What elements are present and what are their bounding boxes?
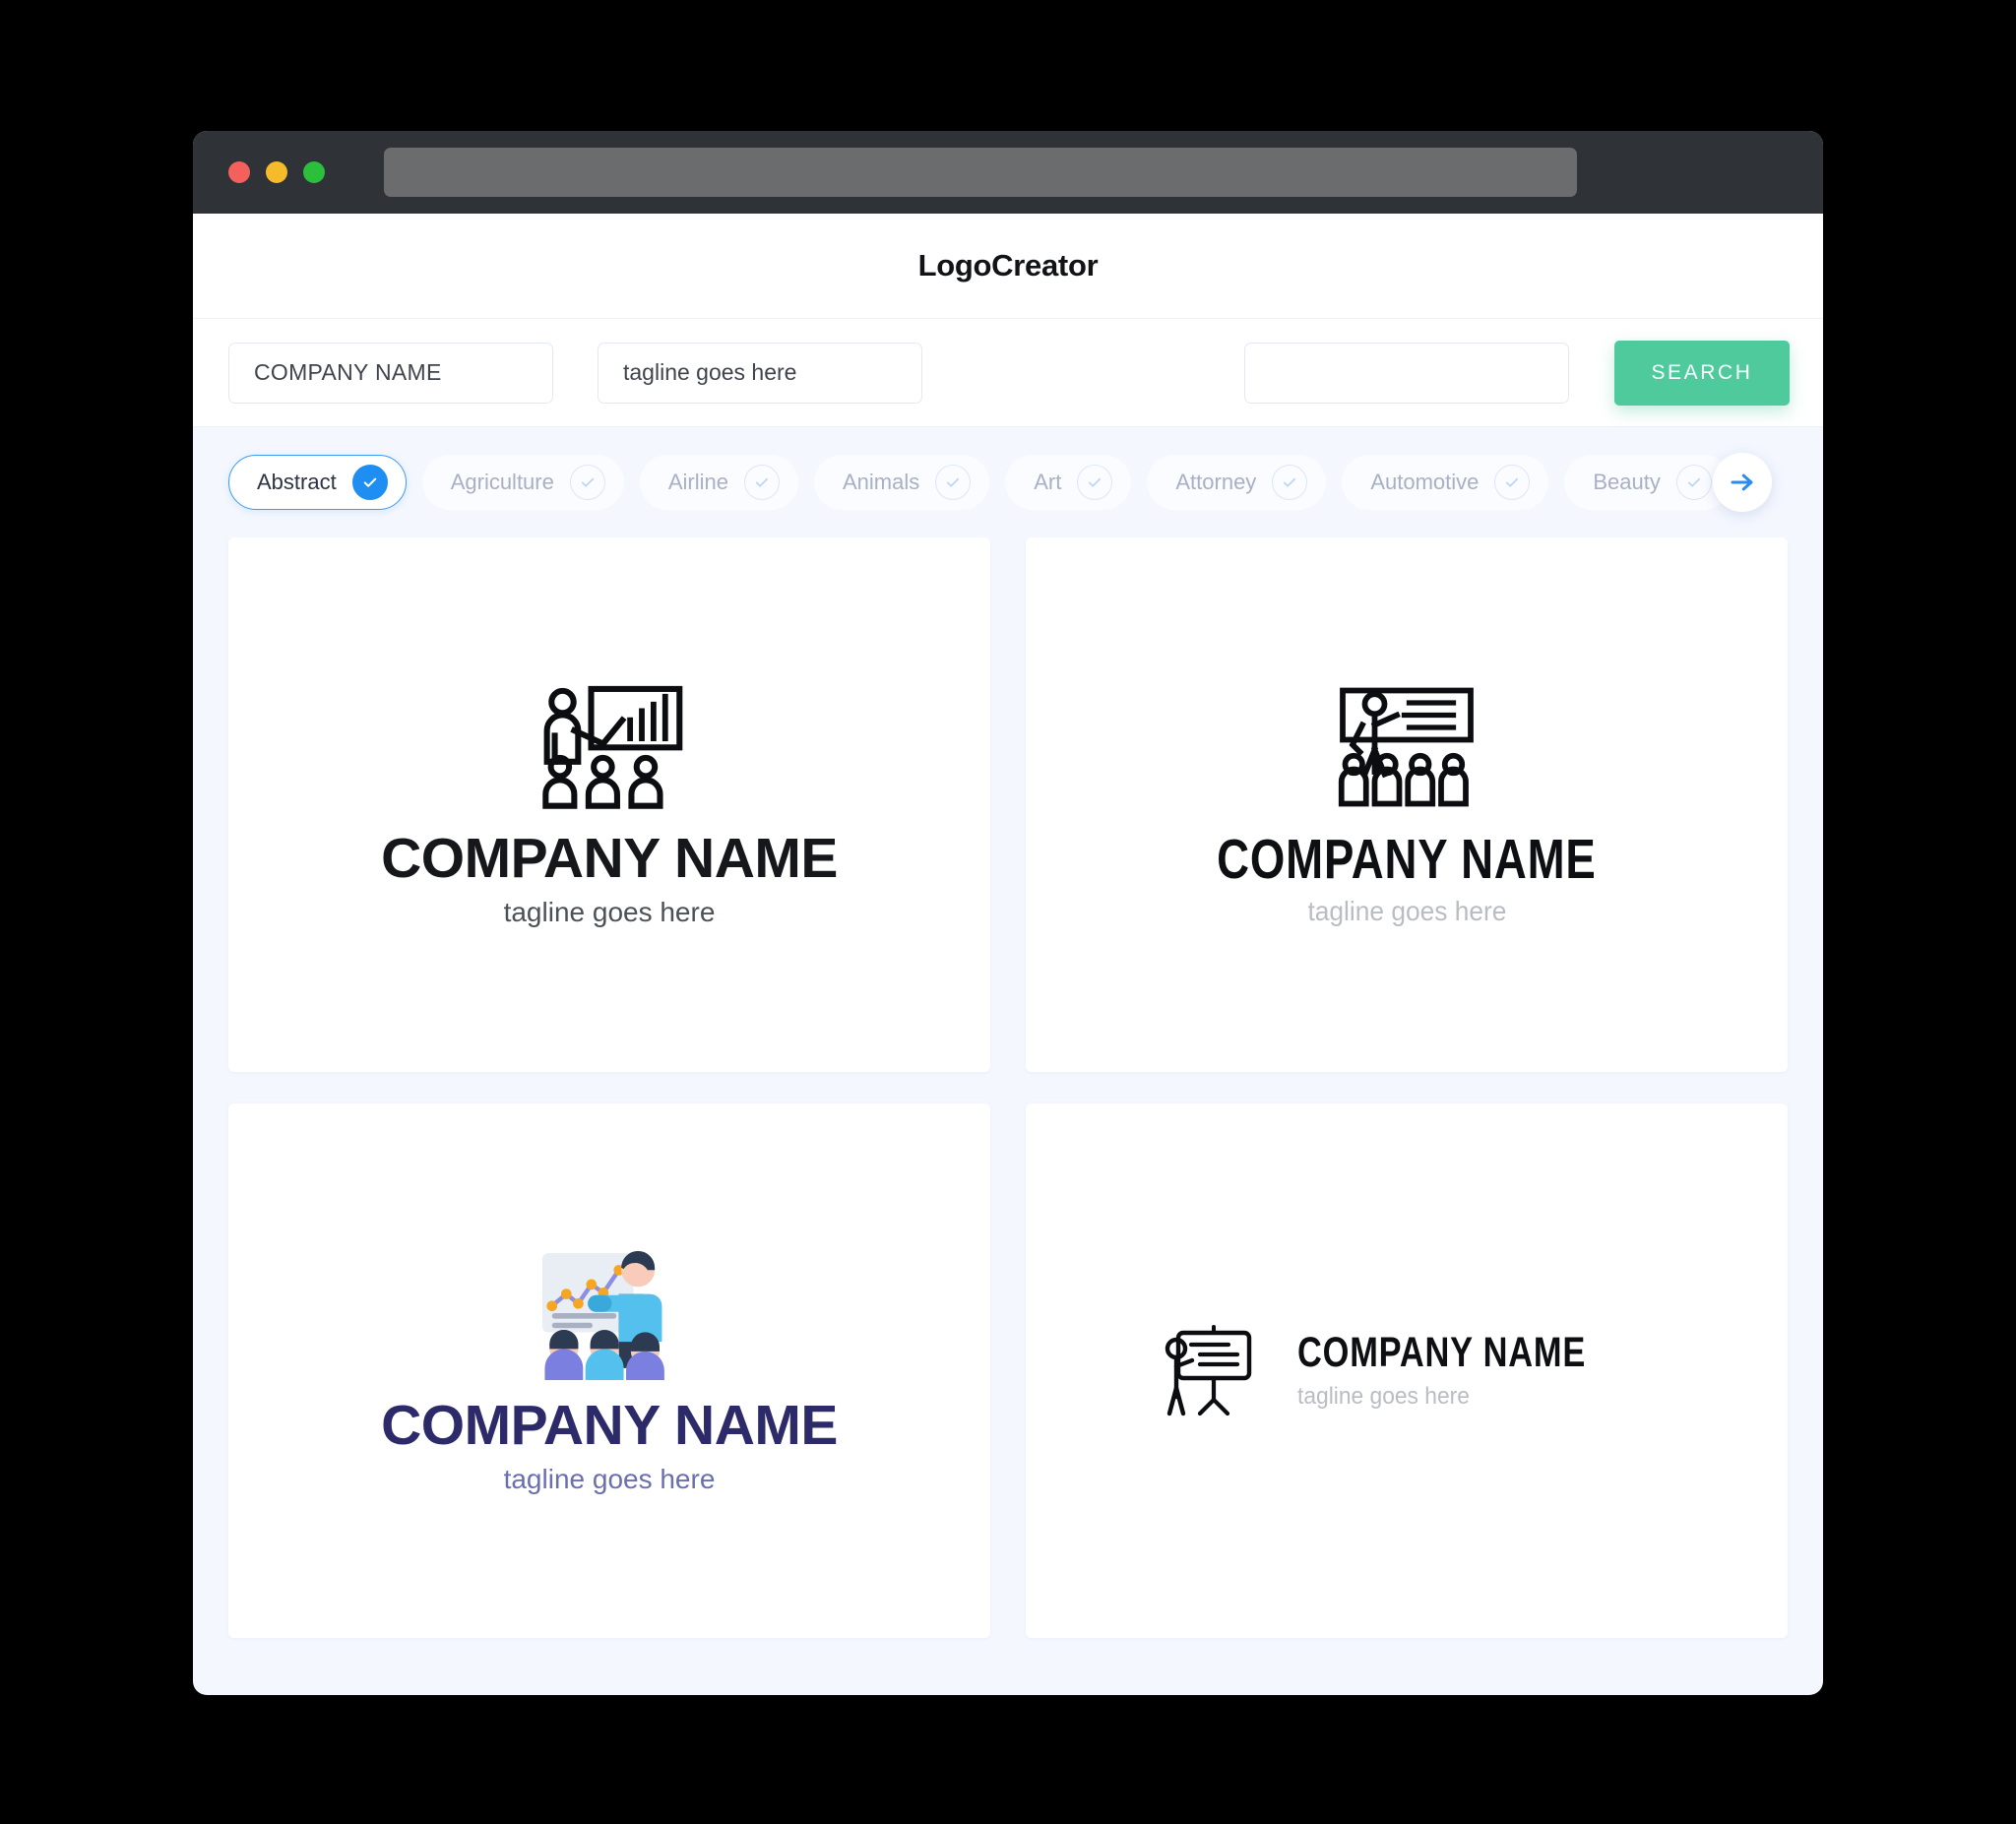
presenter-board-lines-audience-icon — [1333, 682, 1480, 817]
logo-company-name: COMPANY NAME — [1296, 1329, 1586, 1377]
check-circle-icon — [935, 465, 972, 500]
category-filter-bar: Abstract Agriculture Airline Animals Art… — [193, 427, 1823, 537]
logo-company-name: COMPANY NAME — [381, 1394, 838, 1458]
logo-card[interactable]: COMPANY NAME tagline goes here — [228, 537, 990, 1072]
category-chip-label: Automotive — [1370, 470, 1480, 494]
logo-text-block: COMPANY NAME tagline goes here — [1297, 1331, 1658, 1411]
check-circle-icon — [1494, 465, 1531, 500]
category-chip-agriculture[interactable]: Agriculture — [421, 455, 624, 510]
logo-preview: COMPANY NAME tagline goes here — [381, 681, 838, 927]
browser-chrome-bar — [193, 131, 1823, 214]
presenter-whiteboard-barchart-audience-icon — [531, 681, 688, 816]
check-circle-icon — [1077, 465, 1113, 500]
app-header: LogoCreator — [193, 214, 1823, 319]
category-chip-label: Art — [1034, 470, 1062, 494]
logo-company-name: COMPANY NAME — [1217, 828, 1597, 892]
logo-results-grid: COMPANY NAME tagline goes here COMPANY N… — [193, 537, 1823, 1673]
check-circle-icon — [1675, 465, 1712, 500]
logo-card[interactable]: COMPANY NAME tagline goes here — [1026, 537, 1788, 1072]
check-circle-icon — [744, 465, 780, 500]
minimize-button[interactable] — [266, 161, 287, 183]
check-circle-icon — [1272, 465, 1308, 500]
app-title: LogoCreator — [917, 248, 1099, 283]
window-controls — [228, 161, 325, 183]
logo-tagline: tagline goes here — [503, 1463, 716, 1494]
presentation-linechart-team-color-icon — [535, 1246, 684, 1385]
check-circle-icon — [351, 465, 388, 500]
logo-card[interactable]: COMPANY NAME tagline goes here — [228, 1103, 990, 1638]
company-name-input[interactable]: COMPANY NAME — [228, 342, 553, 404]
logo-preview: COMPANY NAME tagline goes here — [1169, 682, 1644, 926]
category-chip-label: Abstract — [257, 470, 337, 494]
logo-tagline: tagline goes here — [1296, 1382, 1470, 1410]
screenshot-stage: LogoCreator COMPANY NAME tagline goes he… — [0, 0, 2016, 1824]
tagline-value: tagline goes here — [623, 359, 797, 385]
search-button[interactable]: SEARCH — [1614, 340, 1790, 406]
maximize-button[interactable] — [303, 161, 325, 183]
category-chip-label: Agriculture — [450, 470, 554, 494]
logo-tagline: tagline goes here — [503, 896, 716, 927]
keyword-input[interactable] — [1244, 342, 1569, 404]
categories-next-button[interactable] — [1713, 453, 1772, 512]
logo-preview: COMPANY NAME tagline goes here — [381, 1246, 838, 1494]
category-chip-label: Animals — [843, 470, 920, 494]
logo-card[interactable]: COMPANY NAME tagline goes here — [1026, 1103, 1788, 1638]
category-chip-airline[interactable]: Airline — [639, 455, 798, 510]
close-button[interactable] — [228, 161, 250, 183]
check-circle-icon — [569, 465, 605, 500]
category-chip-label: Attorney — [1175, 470, 1257, 494]
category-chip-beauty[interactable]: Beauty — [1564, 455, 1731, 510]
address-bar[interactable] — [384, 148, 1577, 197]
category-chip-label: Beauty — [1593, 470, 1661, 494]
category-chip-automotive[interactable]: Automotive — [1342, 455, 1549, 510]
browser-window: LogoCreator COMPANY NAME tagline goes he… — [193, 131, 1823, 1695]
logo-company-name: COMPANY NAME — [381, 827, 838, 891]
presenter-flipchart-easel-icon — [1156, 1317, 1262, 1424]
category-chip-abstract[interactable]: Abstract — [228, 455, 407, 510]
arrow-right-icon — [1728, 468, 1757, 497]
category-chip-attorney[interactable]: Attorney — [1147, 455, 1327, 510]
tagline-input[interactable]: tagline goes here — [598, 342, 922, 404]
company-name-value: COMPANY NAME — [254, 359, 442, 385]
category-chip-animals[interactable]: Animals — [814, 455, 990, 510]
logo-tagline: tagline goes here — [1307, 895, 1506, 926]
category-chip-art[interactable]: Art — [1005, 455, 1132, 510]
category-chip-label: Airline — [667, 470, 728, 494]
search-toolbar: COMPANY NAME tagline goes here SEARCH — [193, 319, 1823, 427]
logo-preview: COMPANY NAME tagline goes here — [1156, 1317, 1658, 1424]
